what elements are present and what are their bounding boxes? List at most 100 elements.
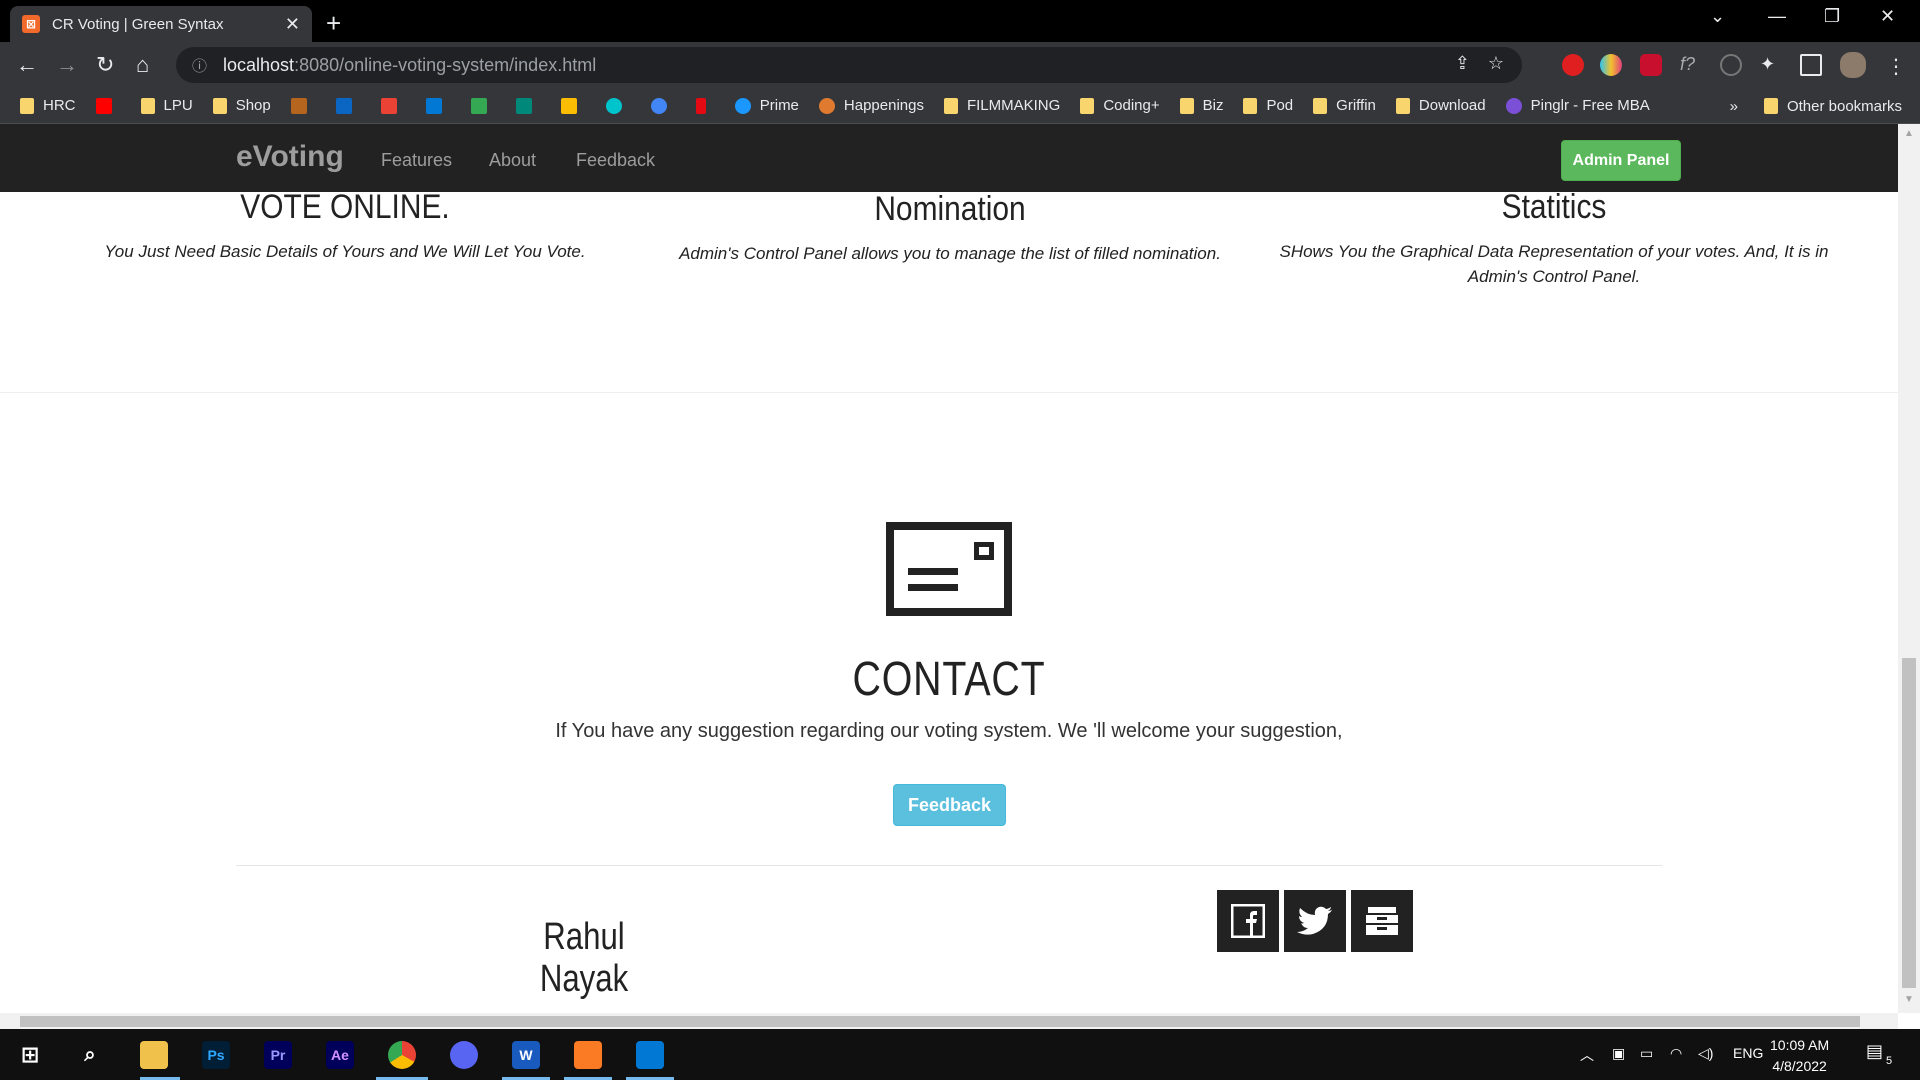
tab-search-icon[interactable]: ⌄ (1710, 6, 1725, 27)
vscode-icon[interactable] (636, 1041, 664, 1069)
address-bar[interactable]: ⓘ localhost:8080/online-voting-system/in… (176, 47, 1522, 83)
page-viewport: eVoting Features About Feedback Admin Pa… (0, 124, 1898, 1013)
photoshop-icon[interactable]: Ps (202, 1041, 230, 1069)
meet-now-icon[interactable]: ▣ (1612, 1045, 1625, 1062)
wifi-icon[interactable]: ◠ (1670, 1045, 1682, 1062)
meet-icon (515, 97, 532, 114)
home-icon[interactable]: ⌂ (136, 52, 149, 78)
scrollbar-thumb[interactable] (20, 1016, 1860, 1027)
clock[interactable]: 10:09 AM 4/8/2022 (1770, 1035, 1829, 1077)
nav-feedback[interactable]: Feedback (576, 150, 655, 171)
feature-text: You Just Need Basic Details of Yours and… (104, 242, 586, 261)
windows-start-icon[interactable]: ⊞ (16, 1041, 44, 1069)
search-icon[interactable]: ⌕ (76, 1041, 104, 1069)
file-explorer-icon[interactable] (140, 1041, 168, 1069)
new-tab-button[interactable]: + (326, 8, 341, 39)
bookmark-star-icon[interactable]: ☆ (1488, 53, 1504, 74)
youtube-icon (95, 97, 112, 114)
notification-icon[interactable]: ▤ (1866, 1041, 1883, 1062)
heart-extension-icon[interactable] (1600, 54, 1622, 76)
browser-tab[interactable]: ⊠ CR Voting | Green Syntax ✕ (10, 6, 312, 42)
facebook-icon[interactable] (1217, 890, 1279, 952)
bookmark-biz[interactable]: Biz (1179, 97, 1223, 114)
nav-features[interactable]: Features (381, 150, 452, 171)
linkedin-icon (335, 97, 352, 114)
side-panel-icon[interactable] (1800, 54, 1822, 76)
bookmark-linkedin[interactable] (335, 97, 361, 114)
chevron-up-icon[interactable]: ︿ (1580, 1045, 1594, 1065)
menu-kebab-icon[interactable]: ⋮ (1886, 54, 1908, 78)
time: 10:09 AM (1770, 1037, 1830, 1053)
canva-icon (605, 97, 622, 114)
site-brand[interactable]: eVoting (236, 140, 344, 174)
bookmark-filmmaking[interactable]: FILMMAKING (943, 97, 1060, 114)
pdf-extension-icon[interactable] (1640, 54, 1662, 76)
bookmark-youtube[interactable] (95, 97, 121, 114)
restore-icon[interactable]: ❐ (1824, 6, 1840, 27)
bookmark-drive[interactable] (470, 97, 496, 114)
bookmark-hrc[interactable]: HRC (20, 97, 76, 114)
volume-icon[interactable]: ◁) (1698, 1045, 1713, 1062)
nav-about[interactable]: About (489, 150, 536, 171)
bookmark-pinglr[interactable]: Pinglr - Free MBA (1505, 97, 1650, 114)
bookmark-lpu[interactable]: LPU (140, 97, 193, 114)
after-effects-icon[interactable]: Ae (326, 1041, 354, 1069)
feature-statitics: Statitics SHows You the Graphical Data R… (1262, 188, 1846, 289)
url-path: :8080/online-voting-system/index.html (294, 54, 597, 75)
bookmark-podcast[interactable] (650, 97, 676, 114)
share-icon[interactable]: ⇪ (1455, 53, 1470, 74)
bookmark-prime[interactable]: Prime (734, 97, 799, 114)
sync-extension-icon[interactable] (1720, 54, 1742, 76)
bookmark-download[interactable]: Download (1395, 97, 1486, 114)
discord-icon[interactable] (450, 1041, 478, 1069)
bookmark-canva[interactable] (605, 97, 631, 114)
back-icon[interactable]: ← (16, 52, 38, 78)
vertical-scrollbar[interactable]: ▲ ▼ (1898, 124, 1920, 1013)
bookmark-keep[interactable] (560, 97, 586, 114)
reload-icon[interactable]: ↻ (96, 52, 114, 78)
premiere-icon[interactable]: Pr (264, 1041, 292, 1069)
scroll-down-icon[interactable]: ▼ (1904, 994, 1914, 1005)
bookmark-netflix[interactable] (695, 97, 715, 114)
scrollbar-thumb[interactable] (1902, 658, 1916, 988)
word-icon[interactable]: W (512, 1041, 540, 1069)
feedback-button[interactable]: Feedback (893, 784, 1006, 826)
adblock-extension-icon[interactable] (1562, 54, 1584, 76)
bookmark-coding[interactable]: Coding+ (1080, 97, 1160, 114)
close-tab-icon[interactable]: ✕ (285, 14, 300, 35)
bookmark-shop[interactable]: Shop (212, 97, 271, 114)
feature-title: Nomination (874, 190, 1026, 228)
battery-icon[interactable]: ▭ (1640, 1045, 1653, 1062)
more-bookmarks-button[interactable]: » (1730, 98, 1738, 115)
feature-title: VOTE ONLINE. (240, 188, 450, 226)
bookmark-griffin[interactable]: Griffin (1313, 97, 1376, 114)
xampp-icon[interactable] (574, 1041, 602, 1069)
bookmark-pod[interactable]: Pod (1243, 97, 1293, 114)
close-window-icon[interactable]: ✕ (1880, 6, 1895, 27)
other-bookmarks[interactable]: Other bookmarks (1763, 98, 1902, 115)
gmail-icon (380, 97, 397, 114)
language-indicator[interactable]: ENG (1733, 1045, 1763, 1061)
forward-icon[interactable]: → (56, 52, 78, 78)
bookmark-gmail[interactable] (380, 97, 406, 114)
bookmark-happenings[interactable]: Happenings (818, 97, 924, 114)
feature-text: SHows You the Graphical Data Representat… (1279, 242, 1829, 286)
bookmark-meet[interactable] (515, 97, 541, 114)
extensions-puzzle-icon[interactable]: ✦ (1760, 54, 1782, 76)
profile-avatar[interactable] (1840, 52, 1866, 78)
chrome-icon[interactable] (388, 1041, 416, 1069)
admin-panel-button[interactable]: Admin Panel (1561, 140, 1681, 181)
font-extension-icon[interactable]: f? (1680, 54, 1702, 76)
scroll-up-icon[interactable]: ▲ (1904, 128, 1914, 139)
minimize-icon[interactable]: — (1768, 6, 1786, 27)
folder-icon (943, 97, 958, 114)
bookmark-outlook[interactable] (425, 97, 451, 114)
archive-icon[interactable] (1351, 890, 1413, 952)
author-name: Rahul Nayak (539, 916, 629, 1000)
site-info-icon[interactable]: ⓘ (192, 55, 207, 76)
twitter-icon[interactable] (1284, 890, 1346, 952)
bookmark-app[interactable] (290, 97, 316, 114)
horizontal-scrollbar[interactable] (0, 1013, 1898, 1029)
folder-icon (20, 97, 34, 114)
section-divider (0, 392, 1898, 393)
